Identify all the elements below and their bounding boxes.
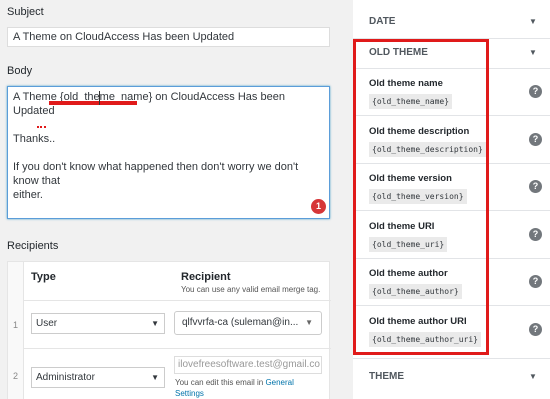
section-old-theme-header[interactable]: OLD THEME ▼ xyxy=(353,35,550,71)
merge-tag-title: Old theme version xyxy=(369,173,452,184)
column-header-type: Type xyxy=(31,271,56,283)
divider xyxy=(353,163,550,164)
chevron-down-icon: ▼ xyxy=(529,372,537,381)
merge-tag-code[interactable]: {old_theme_author_uri} xyxy=(369,332,481,347)
table-divider xyxy=(24,300,331,301)
merge-tag-code[interactable]: {old_theme_description} xyxy=(369,142,486,157)
body-line-4: either. xyxy=(13,189,43,201)
body-line-2: Thanks.. xyxy=(13,133,56,145)
body-label: Body xyxy=(7,65,33,77)
divider xyxy=(353,258,550,259)
type-select-row-1[interactable]: User ▼ xyxy=(31,313,165,334)
help-icon[interactable]: ? xyxy=(529,275,542,288)
admin-email-help: You can edit this email in General Setti… xyxy=(175,378,294,398)
divider xyxy=(353,68,550,69)
type-select-row-2[interactable]: Administrator ▼ xyxy=(31,367,165,388)
body-textarea[interactable]: A Theme {old_theme_name} on CloudAccess … xyxy=(7,86,330,219)
section-theme-header[interactable]: THEME ▼ xyxy=(353,359,550,395)
chevron-down-icon: ▼ xyxy=(529,48,537,57)
body-line-3: If you don't know what happened then don… xyxy=(13,161,299,187)
row-number-2: 2 xyxy=(13,371,19,381)
help-icon[interactable]: ? xyxy=(529,180,542,193)
merge-tags-sidebar: DATE ▼ OLD THEME ▼ Old theme name {old_the… xyxy=(353,0,550,399)
recipient-select-row-1[interactable]: qlfvvrfa-ca (suleman@in... ▼ xyxy=(174,311,322,335)
merge-tag-code[interactable]: {old_theme_uri} xyxy=(369,237,448,252)
subject-input[interactable]: A Theme on CloudAccess Has been Updated xyxy=(7,27,330,47)
row-number-1: 1 xyxy=(13,320,19,330)
error-count-badge: 1 xyxy=(311,199,326,214)
chevron-down-icon: ▼ xyxy=(151,373,159,382)
help-icon[interactable]: ? xyxy=(529,323,542,336)
divider xyxy=(353,115,550,116)
text-cursor xyxy=(99,91,100,105)
notification-editor: Subject A Theme on CloudAccess Has been … xyxy=(0,0,340,399)
divider xyxy=(353,305,550,306)
merge-tag-title: Old theme name xyxy=(369,78,443,89)
column-header-recipient: Recipient xyxy=(181,271,231,283)
chevron-down-icon: ▼ xyxy=(305,318,313,327)
divider xyxy=(353,210,550,211)
annotation-underline xyxy=(49,101,137,105)
chevron-down-icon: ▼ xyxy=(151,319,159,328)
merge-tag-code[interactable]: {old_theme_author} xyxy=(369,284,462,299)
merge-tag-title: Old theme description xyxy=(369,126,470,137)
merge-tag-title: Old theme URI xyxy=(369,221,435,232)
merge-tag-code[interactable]: {old_theme_name} xyxy=(369,94,453,109)
recipient-input-row-2[interactable]: ilovefreesoftware.test@gmail.co xyxy=(174,356,322,374)
spellcheck-squiggle xyxy=(37,126,46,128)
merge-tag-title: Old theme author URI xyxy=(369,316,467,327)
merge-tag-title: Old theme author xyxy=(369,268,448,279)
subject-label: Subject xyxy=(7,6,44,18)
table-divider xyxy=(24,348,331,349)
help-icon[interactable]: ? xyxy=(529,228,542,241)
help-icon[interactable]: ? xyxy=(529,133,542,146)
merge-tag-code[interactable]: {old_theme_version} xyxy=(369,189,467,204)
recipient-help-text: You can use any valid email merge tag. xyxy=(181,285,321,294)
help-icon[interactable]: ? xyxy=(529,85,542,98)
recipients-label: Recipients xyxy=(7,240,59,252)
